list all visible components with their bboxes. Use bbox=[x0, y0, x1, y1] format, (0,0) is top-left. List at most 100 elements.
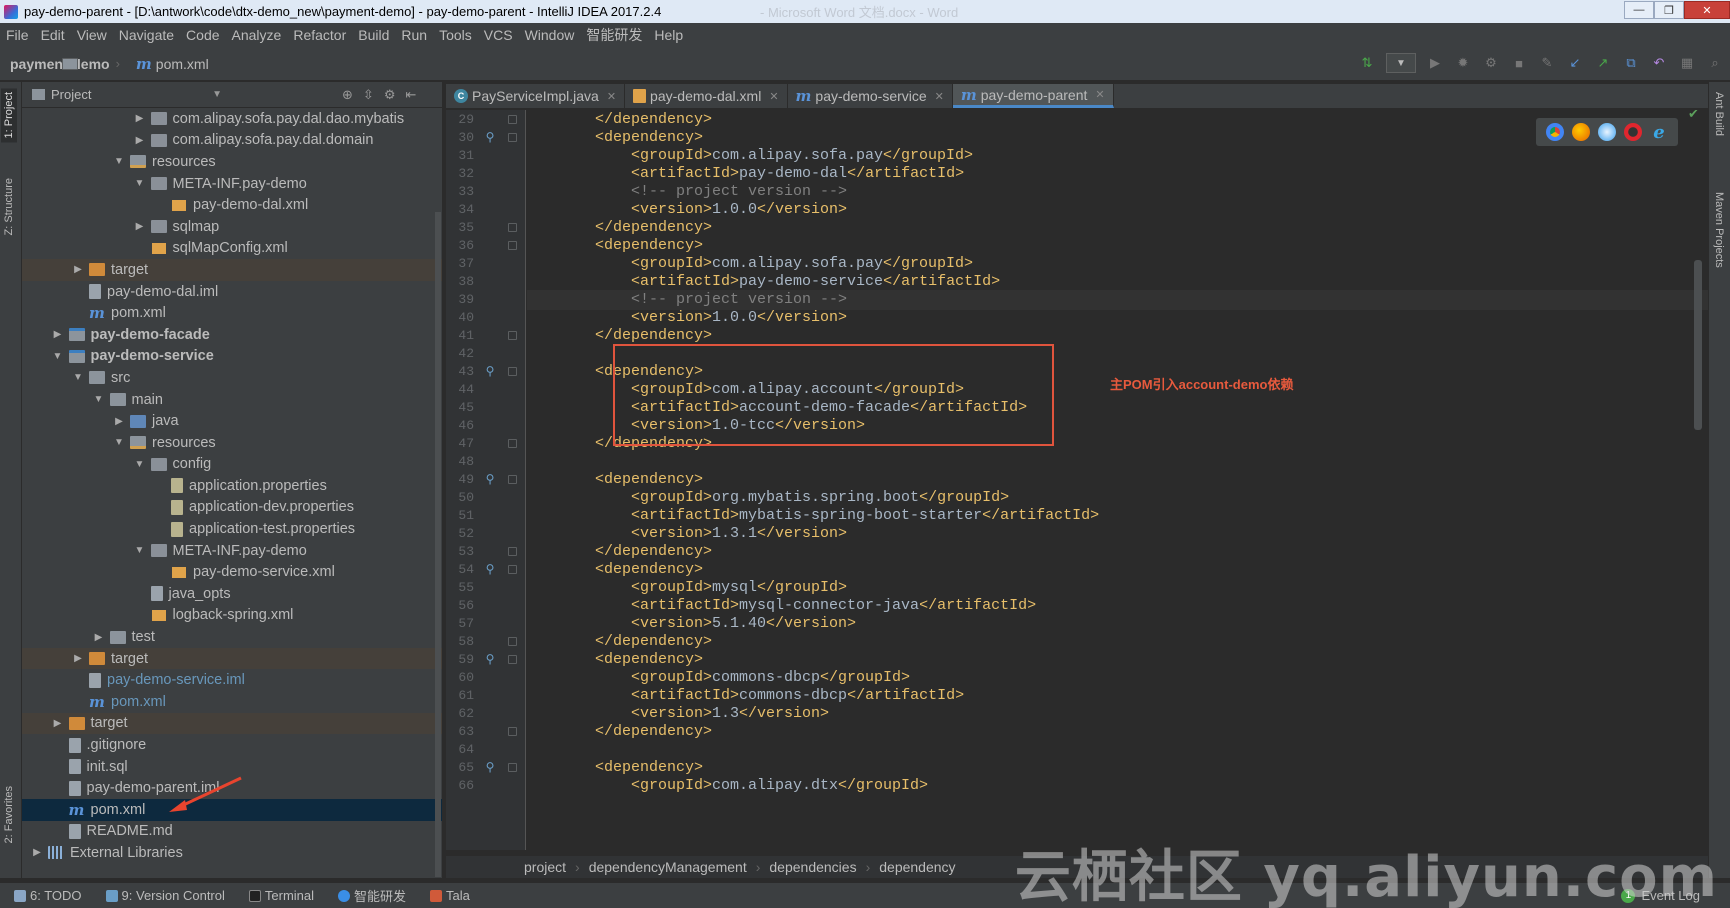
menu-item[interactable]: Window bbox=[519, 27, 581, 43]
menu-item[interactable]: Build bbox=[352, 27, 395, 43]
chevron-right-icon[interactable]: ▶ bbox=[133, 135, 147, 146]
tree-node[interactable]: ▼ resources bbox=[22, 432, 442, 454]
tree-node[interactable]: ▼ pay-demo-service bbox=[22, 346, 442, 368]
nav-file-crumb[interactable]: m pom.xml bbox=[136, 55, 209, 73]
vcs-commit-icon[interactable]: ↗ bbox=[1594, 54, 1612, 72]
fold-marker-icon[interactable] bbox=[508, 475, 517, 484]
chevron-right-icon[interactable]: ▶ bbox=[51, 329, 65, 340]
tree-node[interactable]: pay-demo-service.xml bbox=[22, 561, 442, 583]
debug-icon[interactable]: ✹ bbox=[1454, 54, 1472, 72]
tree-node[interactable]: m pom.xml bbox=[22, 691, 442, 713]
scroll-from-source-icon[interactable]: ⊕ bbox=[342, 87, 353, 103]
fold-marker-icon[interactable] bbox=[508, 331, 517, 340]
chevron-down-icon[interactable]: ▼ bbox=[112, 437, 126, 448]
tree-node[interactable]: ▶ com.alipay.sofa.pay.dal.domain bbox=[22, 130, 442, 152]
maven-override-icon[interactable]: ⚲ bbox=[485, 130, 495, 144]
editor-tab[interactable]: m pay-demo-service ✕ bbox=[788, 84, 953, 108]
tree-node[interactable]: README.md bbox=[22, 821, 442, 843]
tree-node[interactable]: m pom.xml bbox=[22, 302, 442, 324]
maven-override-icon[interactable]: ⚲ bbox=[485, 472, 495, 486]
project-tool-tab[interactable]: 1: Project bbox=[1, 88, 17, 143]
code-editor[interactable]: 29 30 ⚲ 31 32 33 34 35 36 37 38 39 40 41 42 43 ⚲ 44 45 46 47… bbox=[446, 110, 1708, 850]
editor-code-area[interactable]: </dependency> <dependency> <groupId> com.al… bbox=[527, 110, 1708, 850]
tree-node[interactable]: ▼ META-INF.pay-demo bbox=[22, 540, 442, 562]
tree-node[interactable]: sqlMapConfig.xml bbox=[22, 238, 442, 260]
chevron-right-icon[interactable]: ▶ bbox=[133, 113, 147, 124]
internet-explorer-icon[interactable]: e bbox=[1650, 122, 1668, 143]
fold-marker-icon[interactable] bbox=[508, 655, 517, 664]
tree-node[interactable]: ▶ target bbox=[22, 647, 442, 670]
tree-node[interactable]: ▶ java bbox=[22, 410, 442, 432]
menu-item[interactable]: VCS bbox=[478, 27, 519, 43]
chevron-down-icon[interactable]: ▼ bbox=[92, 394, 106, 405]
maven-override-icon[interactable]: ⚲ bbox=[485, 760, 495, 774]
tree-node[interactable]: ▼ config bbox=[22, 454, 442, 476]
minimize-button[interactable]: — bbox=[1624, 1, 1654, 19]
menu-item[interactable]: Refactor bbox=[287, 27, 352, 43]
maven-override-icon[interactable]: ⚲ bbox=[485, 562, 495, 576]
vcs-revert-icon[interactable]: ↶ bbox=[1650, 54, 1668, 72]
chevron-right-icon[interactable]: ▶ bbox=[92, 632, 106, 643]
vcs-compare-icon[interactable]: ⧉ bbox=[1622, 54, 1640, 72]
fold-marker-icon[interactable] bbox=[508, 115, 517, 124]
tree-node[interactable]: application-test.properties bbox=[22, 518, 442, 540]
run-icon[interactable]: ▶ bbox=[1426, 54, 1444, 72]
zhineng-tool-button[interactable]: 智能研发 bbox=[338, 886, 406, 905]
opera-icon[interactable] bbox=[1624, 123, 1642, 141]
chevron-down-icon[interactable]: ▼ bbox=[112, 156, 126, 167]
chevron-down-icon[interactable]: ▼ bbox=[133, 459, 147, 470]
safari-icon[interactable] bbox=[1598, 123, 1616, 141]
fold-marker-icon[interactable] bbox=[508, 133, 517, 142]
chevron-down-icon[interactable]: ▼ bbox=[51, 351, 65, 362]
menu-item[interactable]: Navigate bbox=[113, 27, 180, 43]
maven-projects-tool-tab[interactable]: Maven Projects bbox=[1713, 192, 1725, 268]
tree-node[interactable]: application.properties bbox=[22, 475, 442, 497]
tree-node[interactable]: ▼ META-INF.pay-demo bbox=[22, 173, 442, 195]
menu-item[interactable]: File bbox=[0, 27, 35, 43]
terminal-tool-button[interactable]: Terminal bbox=[248, 888, 314, 903]
fold-marker-icon[interactable] bbox=[508, 727, 517, 736]
menu-item[interactable]: Analyze bbox=[226, 27, 288, 43]
tree-node[interactable]: .gitignore bbox=[22, 734, 442, 756]
chevron-right-icon[interactable]: ▶ bbox=[112, 416, 126, 427]
menu-item[interactable]: View bbox=[71, 27, 113, 43]
chevron-right-icon[interactable]: ▶ bbox=[133, 221, 147, 232]
tree-node[interactable]: ▶ target bbox=[22, 259, 442, 281]
ant-build-tool-tab[interactable]: Ant Build bbox=[1713, 92, 1725, 136]
firefox-icon[interactable] bbox=[1572, 123, 1590, 141]
coverage-icon[interactable]: ⚙ bbox=[1482, 54, 1500, 72]
tree-node[interactable]: ▶ sqlmap bbox=[22, 216, 442, 238]
stop-icon[interactable]: ■ bbox=[1510, 54, 1528, 72]
tree-node[interactable]: ▼ resources bbox=[22, 151, 442, 173]
gear-icon[interactable]: ⚙ bbox=[384, 87, 396, 103]
tree-node[interactable]: ▶ target bbox=[22, 712, 442, 735]
editor-tab[interactable]: C PayServiceImpl.java ✕ bbox=[446, 84, 626, 108]
chevron-right-icon[interactable]: ▶ bbox=[30, 847, 44, 858]
tree-node[interactable]: pay-demo-service.iml bbox=[22, 669, 442, 691]
maven-override-icon[interactable]: ⚲ bbox=[485, 364, 495, 378]
tala-tool-button[interactable]: Tala bbox=[430, 888, 470, 903]
chevron-right-icon[interactable]: ▶ bbox=[71, 653, 85, 664]
vcs-update-icon[interactable]: ↙ bbox=[1566, 54, 1584, 72]
fold-marker-icon[interactable] bbox=[508, 763, 517, 772]
close-button[interactable]: ✕ bbox=[1684, 1, 1730, 19]
todo-tool-button[interactable]: 6: TODO bbox=[14, 888, 82, 903]
tree-node[interactable]: ▶ pay-demo-facade bbox=[22, 324, 442, 346]
fold-marker-icon[interactable] bbox=[508, 637, 517, 646]
chevron-down-icon[interactable]: ▼ bbox=[71, 372, 85, 383]
maven-override-icon[interactable]: ⚲ bbox=[485, 652, 495, 666]
hide-panel-icon[interactable]: ⇤ bbox=[405, 87, 416, 103]
close-tab-icon[interactable]: ✕ bbox=[769, 90, 778, 103]
menu-item[interactable]: Tools bbox=[433, 27, 478, 43]
fold-marker-icon[interactable] bbox=[508, 565, 517, 574]
project-scrollbar[interactable] bbox=[435, 212, 441, 877]
editor-scrollbar[interactable] bbox=[1694, 260, 1702, 430]
tree-node[interactable]: ▼ main bbox=[22, 389, 442, 411]
build-icon[interactable]: ⇅ bbox=[1358, 54, 1376, 72]
project-view-selector[interactable]: Project ▼ bbox=[32, 87, 222, 102]
attach-icon[interactable]: ✎ bbox=[1538, 54, 1556, 72]
version-control-tool-button[interactable]: 9: Version Control bbox=[105, 888, 225, 903]
search-icon[interactable]: ⌕ bbox=[1706, 54, 1724, 72]
fold-marker-icon[interactable] bbox=[508, 367, 517, 376]
chevron-down-icon[interactable]: ▼ bbox=[133, 178, 147, 189]
